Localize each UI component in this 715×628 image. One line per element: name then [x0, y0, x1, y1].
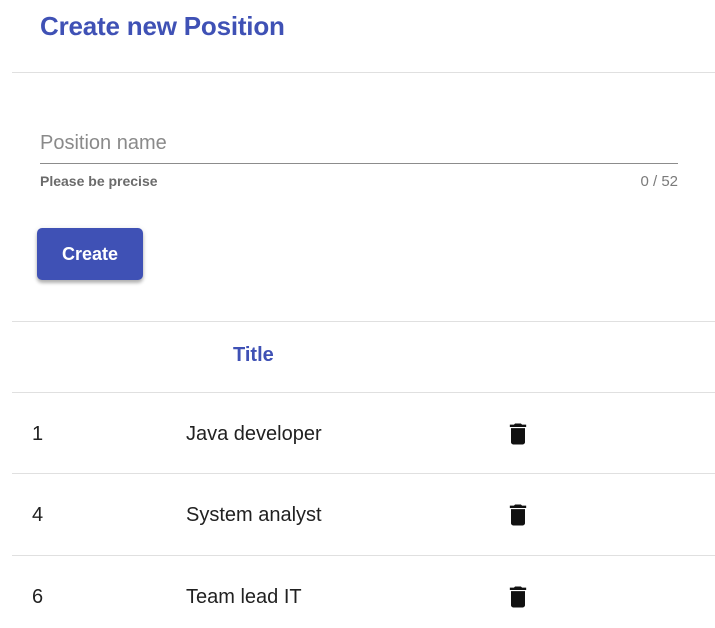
create-position-page: Create new Position Please be precise 0 … — [0, 0, 715, 628]
character-counter: 0 / 52 — [640, 173, 678, 190]
table-row: 1 Java developer — [0, 393, 715, 474]
field-hint: Please be precise — [40, 173, 158, 189]
create-button[interactable]: Create — [37, 228, 143, 280]
row-title: Java developer — [186, 423, 322, 445]
row-id: 1 — [32, 423, 44, 445]
table-top-divider — [12, 321, 715, 322]
field-subscript: Please be precise 0 / 52 — [40, 173, 678, 193]
row-title: Team lead IT — [186, 586, 302, 608]
trash-icon — [509, 423, 527, 445]
trash-icon — [509, 504, 527, 526]
table-row: 4 System analyst — [0, 474, 715, 555]
trash-icon — [509, 586, 527, 608]
page-title: Create new Position — [40, 11, 285, 41]
row-title: System analyst — [186, 504, 322, 526]
delete-button[interactable] — [504, 500, 532, 530]
header-divider — [12, 72, 715, 73]
input-underline — [40, 163, 678, 164]
delete-button[interactable] — [504, 582, 532, 612]
delete-button[interactable] — [504, 419, 532, 449]
row-id: 4 — [32, 504, 44, 526]
position-name-field: Please be precise 0 / 52 — [40, 122, 678, 193]
row-id: 6 — [32, 586, 44, 608]
table-row: 6 Team lead IT — [0, 556, 715, 628]
column-header-title: Title — [233, 344, 274, 366]
position-name-input[interactable] — [40, 122, 678, 163]
